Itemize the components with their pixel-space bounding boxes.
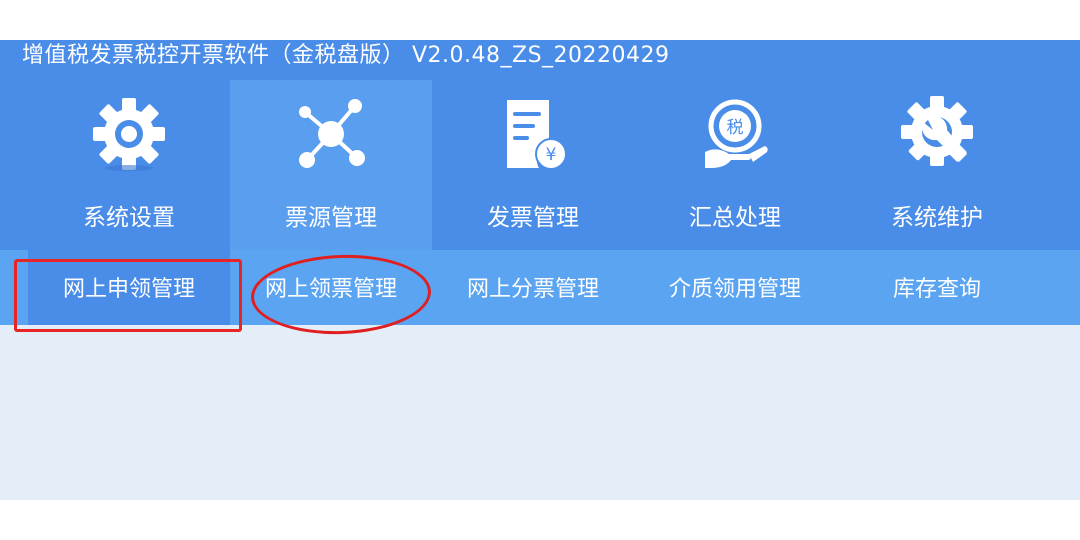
wrench-gear-icon <box>901 96 973 166</box>
toolbar-item-system-maintenance[interactable]: 系统维护 <box>836 80 1038 250</box>
toolbar-item-label: 系统维护 <box>891 205 983 231</box>
subnav-item-medium-use[interactable]: 介质领用管理 <box>634 250 836 325</box>
subnav-item-inventory-query[interactable]: 库存查询 <box>836 250 1038 325</box>
svg-text:税: 税 <box>727 118 744 138</box>
content-area <box>0 325 1080 500</box>
sub-navigation-bar: 网上申领管理 网上领票管理 网上分票管理 介质领用管理 库存查询 <box>0 250 1080 325</box>
header-bar: 增值税发票税控开票软件（金税盘版） V2.0.48_ZS_20220429 系统… <box>0 40 1080 250</box>
network-nodes-icon <box>299 99 365 168</box>
toolbar-item-summary-processing[interactable]: 税 汇总处理 <box>634 80 836 250</box>
tax-seal-icon: 税 <box>705 99 768 168</box>
toolbar-item-label: 系统设置 <box>83 205 175 231</box>
invoice-yuan-icon: ¥ <box>507 100 567 170</box>
gear-icon <box>93 98 165 171</box>
toolbar-item-label: 票源管理 <box>285 205 377 231</box>
toolbar-item-invoice-management[interactable]: ¥ 发票管理 <box>432 80 634 250</box>
toolbar-item-system-settings[interactable]: 系统设置 <box>28 80 230 250</box>
window-title: 增值税发票税控开票软件（金税盘版） V2.0.48_ZS_20220429 <box>22 43 670 68</box>
toolbar-item-label: 汇总处理 <box>689 205 781 231</box>
subnav-item-online-apply[interactable]: 网上申领管理 <box>28 250 230 325</box>
subnav-item-online-split[interactable]: 网上分票管理 <box>432 250 634 325</box>
toolbar-item-ticket-source[interactable]: 票源管理 <box>230 80 432 250</box>
app-window: 增值税发票税控开票软件（金税盘版） V2.0.48_ZS_20220429 系统… <box>0 40 1080 500</box>
subnav-item-online-receive[interactable]: 网上领票管理 <box>230 250 432 325</box>
toolbar-item-label: 发票管理 <box>487 205 579 231</box>
svg-text:¥: ¥ <box>546 145 557 165</box>
top-blank-strip <box>0 0 1080 40</box>
